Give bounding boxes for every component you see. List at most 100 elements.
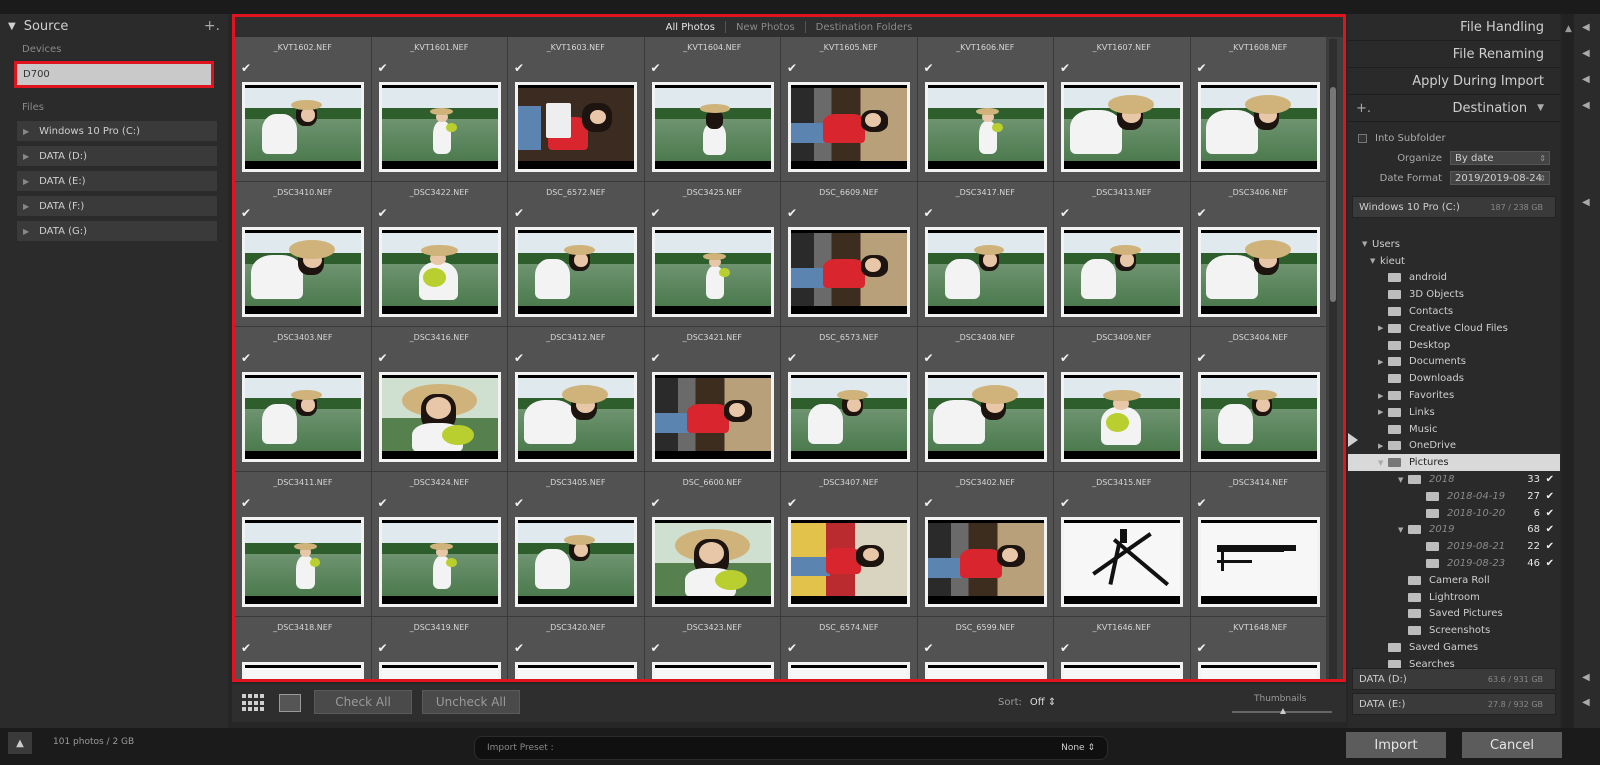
check-all-button[interactable]: Check All (314, 690, 412, 714)
folder-tree-item[interactable]: android (1348, 270, 1560, 287)
collapse-arrow-icon[interactable]: ◀ (1582, 22, 1590, 33)
into-subfolder-checkbox[interactable] (1358, 133, 1367, 143)
disclosure-triangle-icon[interactable]: ▶ (1378, 442, 1388, 450)
photo-cell[interactable]: _DSC3414.NEF ✔ (1190, 472, 1327, 617)
photo-checkbox-icon[interactable]: ✔ (378, 351, 388, 365)
folder-tree-item[interactable]: Lightroom (1348, 589, 1560, 606)
photo-cell[interactable]: _DSC3418.NEF ✔ (235, 617, 372, 679)
photo-thumbnail[interactable] (378, 227, 501, 317)
photo-checkbox-icon[interactable]: ✔ (241, 641, 251, 655)
photo-checkbox-icon[interactable]: ✔ (1197, 206, 1207, 220)
photo-cell[interactable]: _DSC3402.NEF ✔ (917, 472, 1054, 617)
photo-thumbnail[interactable] (651, 517, 774, 607)
add-destination-icon[interactable]: +. (1356, 101, 1371, 116)
drive-item[interactable]: ▶ DATA (G:) (16, 220, 218, 242)
folder-tree-item[interactable]: ▼ Users (1348, 236, 1560, 253)
sort-value[interactable]: Off ⇕ (1030, 697, 1056, 708)
photo-checkbox-icon[interactable]: ✔ (378, 206, 388, 220)
photo-cell[interactable]: _DSC3417.NEF ✔ (917, 182, 1054, 327)
photo-cell[interactable]: _DSC3413.NEF ✔ (1054, 182, 1191, 327)
photo-checkbox-icon[interactable]: ✔ (378, 61, 388, 75)
folder-tree-item[interactable]: 2018-04-19 27 ✔ (1348, 488, 1560, 505)
volume-e[interactable]: DATA (E:) 27.8 / 932 GB (1352, 693, 1556, 715)
folder-tree-item[interactable]: Contacts (1348, 303, 1560, 320)
folder-tree-item[interactable]: ▼ 2019 68 ✔ (1348, 522, 1560, 539)
photo-thumbnail[interactable] (378, 372, 501, 462)
photo-cell[interactable]: _KVT1648.NEF ✔ (1190, 617, 1327, 679)
photo-thumbnail[interactable] (1061, 517, 1183, 607)
grid-scrollbar[interactable] (1329, 39, 1337, 679)
photo-checkbox-icon[interactable]: ✔ (514, 206, 524, 220)
drive-item[interactable]: ▶ Windows 10 Pro (C:) (16, 120, 218, 142)
photo-thumbnail[interactable] (788, 517, 910, 607)
photo-cell[interactable]: _KVT1605.NEF ✔ (781, 37, 918, 182)
folder-tree-item[interactable]: Music (1348, 421, 1560, 438)
photo-thumbnail[interactable] (1197, 227, 1320, 317)
drive-item[interactable]: ▶ DATA (F:) (16, 195, 218, 217)
folder-tree-item[interactable]: Desktop (1348, 337, 1560, 354)
collapse-arrow-icon[interactable]: ◀ (1582, 48, 1590, 59)
drive-item[interactable]: ▶ DATA (E:) (16, 170, 218, 192)
photo-cell[interactable]: _DSC3415.NEF ✔ (1054, 472, 1191, 617)
photo-thumbnail[interactable] (378, 517, 501, 607)
folder-tree-item[interactable]: Camera Roll (1348, 572, 1560, 589)
apply-during-import-header[interactable]: Apply During Import (1348, 68, 1560, 95)
photo-cell[interactable]: _DSC3416.NEF ✔ (371, 327, 508, 472)
grid-scroll-thumb[interactable] (1330, 87, 1336, 302)
photo-checkbox-icon[interactable]: ✔ (241, 206, 251, 220)
photo-checkbox-icon[interactable]: ✔ (514, 496, 524, 510)
photo-cell[interactable]: _KVT1604.NEF ✔ (644, 37, 781, 182)
collapse-arrow-icon[interactable]: ◀ (1582, 100, 1590, 111)
photo-checkbox-icon[interactable]: ✔ (924, 206, 934, 220)
cancel-button[interactable]: Cancel (1462, 732, 1562, 758)
photo-checkbox-icon[interactable]: ✔ (924, 61, 934, 75)
photo-cell[interactable]: _DSC3425.NEF ✔ (644, 182, 781, 327)
photo-thumbnail[interactable] (924, 82, 1047, 172)
photo-thumbnail[interactable] (515, 662, 637, 679)
folder-tree-item[interactable]: ▶ Documents (1348, 354, 1560, 371)
photo-cell[interactable]: _DSC3408.NEF ✔ (917, 327, 1054, 472)
sort-control[interactable]: Sort: Off ⇕ (998, 697, 1056, 708)
photo-thumbnail[interactable] (924, 372, 1047, 462)
photo-thumbnail[interactable] (651, 662, 774, 679)
folder-tree-item[interactable]: ▶ Favorites (1348, 387, 1560, 404)
date-format-select[interactable]: 2019/2019-08-24 (1450, 171, 1550, 185)
photo-cell[interactable]: _KVT1607.NEF ✔ (1054, 37, 1191, 182)
collapse-arrow-icon[interactable]: ◀ (1582, 74, 1590, 85)
photo-cell[interactable]: _DSC3411.NEF ✔ (235, 472, 372, 617)
folder-tree-item[interactable]: Downloads (1348, 370, 1560, 387)
photo-cell[interactable]: _DSC3424.NEF ✔ (371, 472, 508, 617)
folder-tree-item[interactable]: Saved Pictures (1348, 606, 1560, 623)
photo-thumbnail[interactable] (788, 372, 910, 462)
photo-thumbnail[interactable] (788, 82, 910, 172)
collapse-arrow-icon[interactable]: ◀ (1582, 672, 1590, 683)
photo-cell[interactable]: _KVT1608.NEF ✔ (1190, 37, 1327, 182)
photo-checkbox-icon[interactable]: ✔ (1060, 496, 1070, 510)
photo-checkbox-icon[interactable]: ✔ (1197, 496, 1207, 510)
folder-tree-item[interactable]: ▼ Pictures (1348, 454, 1560, 472)
photo-cell[interactable]: _KVT1603.NEF ✔ (508, 37, 645, 182)
disclosure-triangle-icon[interactable]: ▶ (1378, 324, 1388, 332)
import-preset-value[interactable]: None ⇕ (1061, 743, 1095, 753)
file-handling-header[interactable]: File Handling (1348, 14, 1560, 41)
photo-checkbox-icon[interactable]: ✔ (241, 61, 251, 75)
right-panel-scrollbar[interactable]: ▲ (1562, 14, 1574, 736)
import-button[interactable]: Import (1346, 732, 1446, 758)
folder-tree-item[interactable]: 3D Objects (1348, 286, 1560, 303)
photo-cell[interactable]: DSC_6573.NEF ✔ (781, 327, 918, 472)
photo-cell[interactable]: _KVT1646.NEF ✔ (1054, 617, 1191, 679)
folder-tree-item[interactable]: ▶ Creative Cloud Files (1348, 320, 1560, 337)
photo-checkbox-icon[interactable]: ✔ (924, 351, 934, 365)
photo-cell[interactable]: _KVT1601.NEF ✔ (371, 37, 508, 182)
photo-checkbox-icon[interactable]: ✔ (651, 61, 661, 75)
photo-cell[interactable]: _DSC3406.NEF ✔ (1190, 182, 1327, 327)
photo-checkbox-icon[interactable]: ✔ (514, 61, 524, 75)
scroll-up-icon[interactable]: ▲ (1565, 24, 1572, 34)
photo-cell[interactable]: DSC_6599.NEF ✔ (917, 617, 1054, 679)
collapse-arrow-icon[interactable]: ◀ (1582, 197, 1590, 208)
photo-cell[interactable]: _DSC3420.NEF ✔ (508, 617, 645, 679)
photo-cell[interactable]: _KVT1606.NEF ✔ (917, 37, 1054, 182)
photo-checkbox-icon[interactable]: ✔ (924, 641, 934, 655)
disclosure-triangle-icon[interactable]: ▼ (1378, 459, 1388, 467)
photo-checkbox-icon[interactable]: ✔ (787, 641, 797, 655)
